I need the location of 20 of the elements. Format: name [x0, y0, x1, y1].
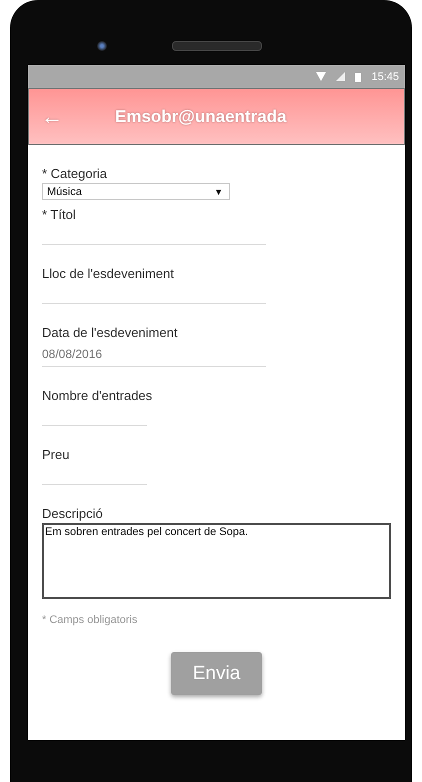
category-select[interactable]: Música ▼ [42, 183, 230, 200]
wifi-icon [316, 72, 326, 81]
status-time: 15:45 [371, 70, 399, 82]
required-note: * Camps obligatoris [42, 614, 138, 626]
field-label: Descripció [42, 505, 103, 522]
field-label: Nombre d'entrades [42, 387, 152, 404]
speaker-icon [172, 40, 262, 50]
field-label: Lloc de l'esdeveniment [42, 265, 174, 282]
caret-icon: ▼ [214, 186, 223, 196]
signal-icon [336, 72, 346, 81]
app-title: Emsobr@unaentrada [115, 106, 287, 126]
description-field[interactable]: Em sobren entrades pel concert de Sopa. [42, 523, 391, 599]
field-label: Data de l'esdeveniment [42, 324, 178, 341]
input-field[interactable]: 08/08/2016 [42, 341, 266, 367]
submit-button[interactable]: Envia [171, 652, 262, 695]
battery-icon [355, 72, 362, 82]
camera-icon [97, 40, 107, 50]
field-label: * Categoria [42, 165, 108, 182]
field-label: Preu [42, 446, 70, 463]
field-label: * Títol [42, 206, 76, 223]
